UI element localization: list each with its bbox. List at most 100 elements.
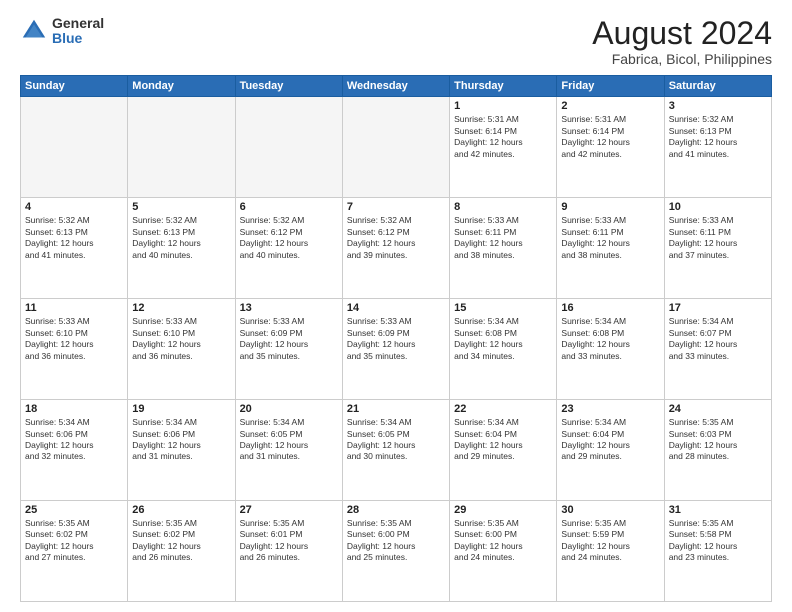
calendar-cell: 12 Sunrise: 5:33 AM Sunset: 6:10 PM Dayli…	[128, 299, 235, 400]
day-info: Sunrise: 5:33 AM Sunset: 6:11 PM Dayligh…	[561, 215, 659, 261]
calendar-header-tuesday: Tuesday	[235, 76, 342, 97]
day-number: 21	[347, 403, 445, 415]
main-title: August 2024	[592, 16, 772, 51]
calendar-cell: 10Sunrise: 5:33 AM Sunset: 6:11 PM Dayli…	[664, 198, 771, 299]
calendar-cell	[21, 97, 128, 198]
calendar-header-monday: Monday	[128, 76, 235, 97]
calendar-cell: 9Sunrise: 5:33 AM Sunset: 6:11 PM Daylig…	[557, 198, 664, 299]
calendar-cell: 25 Sunrise: 5:35 AM Sunset: 6:02 PM Dayli…	[21, 501, 128, 602]
day-number: 26	[132, 504, 230, 516]
day-info: Sunrise: 5:35 AM Sunset: 5:58 PM Dayligh…	[669, 518, 767, 564]
day-number: 29	[454, 504, 552, 516]
calendar-cell: 20 Sunrise: 5:34 AM Sunset: 6:05 PM Dayli…	[235, 400, 342, 501]
calendar-table: SundayMondayTuesdayWednesdayThursdayFrid…	[20, 75, 772, 602]
calendar-cell: 31 Sunrise: 5:35 AM Sunset: 5:58 PM Dayli…	[664, 501, 771, 602]
day-info: Sunrise: 5:35 AM Sunset: 6:01 PM Dayligh…	[240, 518, 338, 564]
calendar-week-row: 4 Sunrise: 5:32 AM Sunset: 6:13 PM Daylig…	[21, 198, 772, 299]
calendar-cell: 1 Sunrise: 5:31 AM Sunset: 6:14 PM Daylig…	[450, 97, 557, 198]
day-number: 11	[25, 302, 123, 314]
calendar-cell: 18 Sunrise: 5:34 AM Sunset: 6:06 PM Dayli…	[21, 400, 128, 501]
calendar-week-row: 18 Sunrise: 5:34 AM Sunset: 6:06 PM Dayli…	[21, 400, 772, 501]
calendar-cell: 30 Sunrise: 5:35 AM Sunset: 5:59 PM Dayli…	[557, 501, 664, 602]
calendar-cell: 22 Sunrise: 5:34 AM Sunset: 6:04 PM Dayli…	[450, 400, 557, 501]
calendar-cell: 27 Sunrise: 5:35 AM Sunset: 6:01 PM Dayli…	[235, 501, 342, 602]
calendar-cell	[235, 97, 342, 198]
day-info: Sunrise: 5:34 AM Sunset: 6:04 PM Dayligh…	[454, 417, 552, 463]
calendar-header-saturday: Saturday	[664, 76, 771, 97]
day-info: Sunrise: 5:35 AM Sunset: 6:00 PM Dayligh…	[454, 518, 552, 564]
day-number: 12	[132, 302, 230, 314]
logo-icon	[20, 17, 48, 45]
day-info: Sunrise: 5:34 AM Sunset: 6:06 PM Dayligh…	[25, 417, 123, 463]
logo: General Blue	[20, 16, 104, 47]
day-info: Sunrise: 5:35 AM Sunset: 6:03 PM Dayligh…	[669, 417, 767, 463]
day-number: 3	[669, 100, 767, 112]
day-number: 7	[347, 201, 445, 213]
day-info: Sunrise: 5:32 AM Sunset: 6:13 PM Dayligh…	[25, 215, 123, 261]
day-number: 27	[240, 504, 338, 516]
day-number: 2	[561, 100, 659, 112]
calendar-cell: 6 Sunrise: 5:32 AM Sunset: 6:12 PM Daylig…	[235, 198, 342, 299]
day-info: Sunrise: 5:35 AM Sunset: 6:02 PM Dayligh…	[132, 518, 230, 564]
calendar-cell: 24Sunrise: 5:35 AM Sunset: 6:03 PM Dayli…	[664, 400, 771, 501]
calendar-cell: 17Sunrise: 5:34 AM Sunset: 6:07 PM Dayli…	[664, 299, 771, 400]
calendar-cell: 29 Sunrise: 5:35 AM Sunset: 6:00 PM Dayli…	[450, 501, 557, 602]
day-info: Sunrise: 5:33 AM Sunset: 6:09 PM Dayligh…	[240, 316, 338, 362]
day-info: Sunrise: 5:35 AM Sunset: 5:59 PM Dayligh…	[561, 518, 659, 564]
day-number: 18	[25, 403, 123, 415]
logo-text: General Blue	[52, 16, 104, 47]
day-number: 10	[669, 201, 767, 213]
day-number: 31	[669, 504, 767, 516]
day-info: Sunrise: 5:33 AM Sunset: 6:10 PM Dayligh…	[132, 316, 230, 362]
day-info: Sunrise: 5:35 AM Sunset: 6:02 PM Dayligh…	[25, 518, 123, 564]
day-number: 20	[240, 403, 338, 415]
calendar-cell: 26 Sunrise: 5:35 AM Sunset: 6:02 PM Dayli…	[128, 501, 235, 602]
day-number: 30	[561, 504, 659, 516]
day-info: Sunrise: 5:35 AM Sunset: 6:00 PM Dayligh…	[347, 518, 445, 564]
day-info: Sunrise: 5:34 AM Sunset: 6:06 PM Dayligh…	[132, 417, 230, 463]
subtitle: Fabrica, Bicol, Philippines	[592, 51, 772, 67]
calendar-cell: 15Sunrise: 5:34 AM Sunset: 6:08 PM Dayli…	[450, 299, 557, 400]
calendar-header-row: SundayMondayTuesdayWednesdayThursdayFrid…	[21, 76, 772, 97]
day-info: Sunrise: 5:32 AM Sunset: 6:12 PM Dayligh…	[240, 215, 338, 261]
header: General Blue August 2024 Fabrica, Bicol,…	[20, 16, 772, 67]
calendar-cell: 23 Sunrise: 5:34 AM Sunset: 6:04 PM Dayli…	[557, 400, 664, 501]
calendar-header-sunday: Sunday	[21, 76, 128, 97]
day-info: Sunrise: 5:33 AM Sunset: 6:09 PM Dayligh…	[347, 316, 445, 362]
calendar-week-row: 1 Sunrise: 5:31 AM Sunset: 6:14 PM Daylig…	[21, 97, 772, 198]
day-number: 19	[132, 403, 230, 415]
calendar-cell: 16 Sunrise: 5:34 AM Sunset: 6:08 PM Dayli…	[557, 299, 664, 400]
day-info: Sunrise: 5:32 AM Sunset: 6:12 PM Dayligh…	[347, 215, 445, 261]
calendar-cell: 3Sunrise: 5:32 AM Sunset: 6:13 PM Daylig…	[664, 97, 771, 198]
day-number: 14	[347, 302, 445, 314]
day-number: 17	[669, 302, 767, 314]
day-number: 13	[240, 302, 338, 314]
calendar-week-row: 25 Sunrise: 5:35 AM Sunset: 6:02 PM Dayli…	[21, 501, 772, 602]
day-info: Sunrise: 5:32 AM Sunset: 6:13 PM Dayligh…	[132, 215, 230, 261]
day-info: Sunrise: 5:34 AM Sunset: 6:08 PM Dayligh…	[561, 316, 659, 362]
calendar-cell: 5Sunrise: 5:32 AM Sunset: 6:13 PM Daylig…	[128, 198, 235, 299]
calendar-cell: 28 Sunrise: 5:35 AM Sunset: 6:00 PM Dayli…	[342, 501, 449, 602]
day-info: Sunrise: 5:31 AM Sunset: 6:14 PM Dayligh…	[454, 114, 552, 160]
calendar-cell: 13 Sunrise: 5:33 AM Sunset: 6:09 PM Dayli…	[235, 299, 342, 400]
day-info: Sunrise: 5:34 AM Sunset: 6:04 PM Dayligh…	[561, 417, 659, 463]
day-info: Sunrise: 5:33 AM Sunset: 6:10 PM Dayligh…	[25, 316, 123, 362]
calendar-cell: 4 Sunrise: 5:32 AM Sunset: 6:13 PM Daylig…	[21, 198, 128, 299]
day-info: Sunrise: 5:34 AM Sunset: 6:05 PM Dayligh…	[240, 417, 338, 463]
day-number: 23	[561, 403, 659, 415]
day-info: Sunrise: 5:31 AM Sunset: 6:14 PM Dayligh…	[561, 114, 659, 160]
day-number: 28	[347, 504, 445, 516]
calendar-header-thursday: Thursday	[450, 76, 557, 97]
day-number: 16	[561, 302, 659, 314]
day-number: 1	[454, 100, 552, 112]
day-info: Sunrise: 5:34 AM Sunset: 6:05 PM Dayligh…	[347, 417, 445, 463]
day-number: 22	[454, 403, 552, 415]
day-number: 4	[25, 201, 123, 213]
day-number: 6	[240, 201, 338, 213]
calendar-cell	[128, 97, 235, 198]
calendar-cell: 21 Sunrise: 5:34 AM Sunset: 6:05 PM Dayli…	[342, 400, 449, 501]
day-number: 8	[454, 201, 552, 213]
day-number: 25	[25, 504, 123, 516]
title-block: August 2024 Fabrica, Bicol, Philippines	[592, 16, 772, 67]
calendar-cell: 8Sunrise: 5:33 AM Sunset: 6:11 PM Daylig…	[450, 198, 557, 299]
